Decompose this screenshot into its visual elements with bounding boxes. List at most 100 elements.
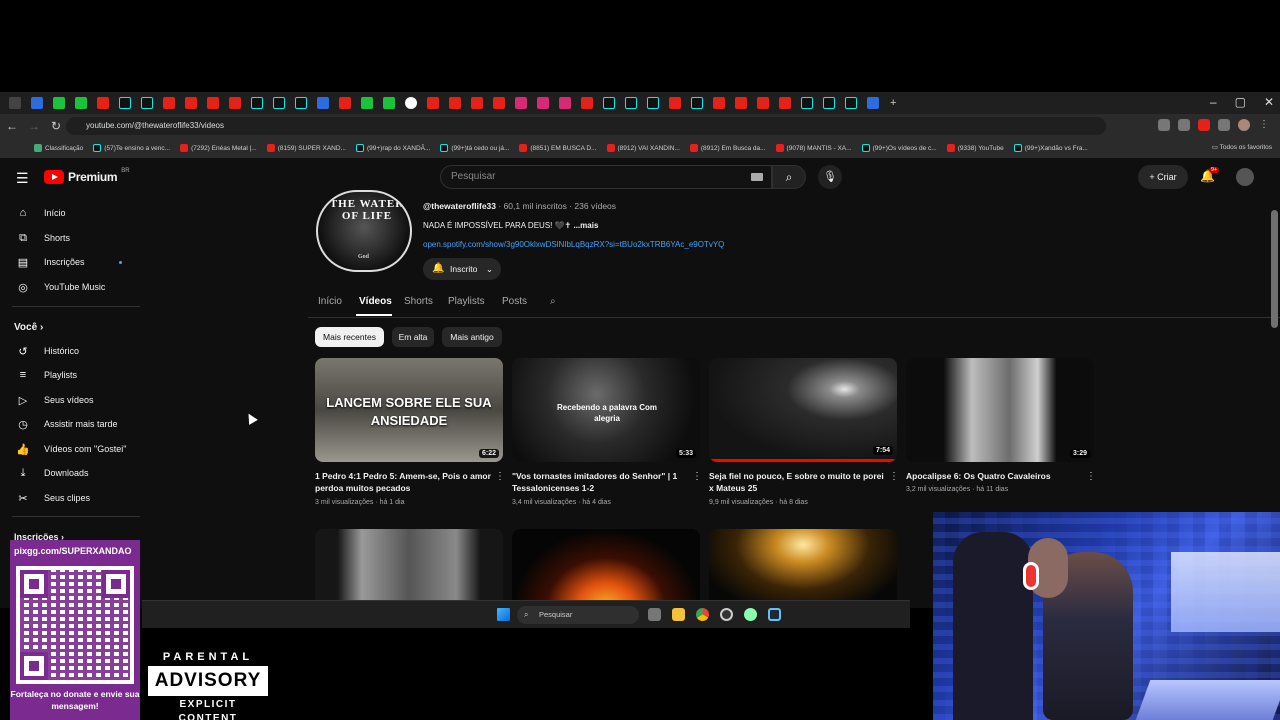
sidebar-section-you[interactable]: Você › <box>14 322 43 333</box>
sidebar-item-subscriptions[interactable]: ▤ Inscrições <box>0 251 140 273</box>
video-thumbnail[interactable] <box>709 529 897 608</box>
sidebar-item-clips[interactable]: ✂ Seus clipes <box>0 487 140 509</box>
sidebar-item-shorts[interactable]: ⧉ Shorts <box>0 227 140 249</box>
voice-search-button[interactable]: 🎙 <box>818 165 842 189</box>
youtube-logo[interactable]: Premium BR <box>44 168 130 184</box>
video-title[interactable]: "Vos tornastes imitadores do Senhor" | 1… <box>512 470 690 494</box>
keyboard-icon[interactable] <box>751 173 763 181</box>
sidebar-item-history[interactable]: ↺ Histórico <box>0 340 140 362</box>
more-link[interactable]: ...mais <box>573 221 598 230</box>
tab-favicon[interactable] <box>449 97 461 109</box>
tab-favicon[interactable] <box>251 97 263 109</box>
tab-favicon[interactable] <box>185 97 197 109</box>
tab-favicon[interactable] <box>273 97 285 109</box>
forward-icon[interactable]: → <box>24 119 44 133</box>
channel-avatar[interactable]: THE WATER OF LIFE God <box>316 190 412 272</box>
extension-icon[interactable] <box>1198 119 1210 131</box>
video-card[interactable] <box>315 529 503 608</box>
tab-favicon[interactable] <box>515 97 527 109</box>
url-field[interactable]: youtube.com/@thewateroflife33/videos <box>66 117 1106 135</box>
chip-latest[interactable]: Mais recentes <box>315 327 384 347</box>
steam-icon[interactable] <box>768 608 781 621</box>
menu-icon[interactable]: ⋮ <box>1258 119 1270 131</box>
tab-favicon[interactable] <box>559 97 571 109</box>
more-options-icon[interactable]: ⋮ <box>495 471 505 482</box>
tab-favicon[interactable] <box>537 97 549 109</box>
video-title[interactable]: Seja fiel no pouco, E sobre o muito te p… <box>709 470 887 494</box>
tab-favicon[interactable] <box>75 97 87 109</box>
bookmark[interactable]: Classificação <box>34 144 83 152</box>
video-thumbnail[interactable]: LANCEM SOBRE ELE SUA ANSIEDADE 6:22 <box>315 358 503 462</box>
more-options-icon[interactable]: ⋮ <box>692 471 702 482</box>
scrollbar-thumb[interactable] <box>1271 210 1278 328</box>
more-options-icon[interactable]: ⋮ <box>889 471 899 482</box>
video-thumbnail[interactable]: Recebendo a palavra Com alegria 5:33 <box>512 358 700 462</box>
channel-search-icon[interactable]: ⌕ <box>550 296 556 307</box>
extension-icon[interactable] <box>1178 119 1190 131</box>
sidebar-item-liked[interactable]: 👍 Vídeos com "Gostei" <box>0 438 140 460</box>
tab-favicon[interactable] <box>383 97 395 109</box>
tab-favicon[interactable] <box>141 97 153 109</box>
tab-favicon[interactable] <box>97 97 109 109</box>
tab-favicon[interactable] <box>493 97 505 109</box>
video-thumbnail[interactable]: 3:29 <box>906 358 1094 462</box>
bookmark[interactable]: (8851) EM BUSCA D... <box>519 144 597 152</box>
search-button[interactable]: ⌕ <box>772 165 806 189</box>
tab-favicon[interactable] <box>471 97 483 109</box>
bookmark[interactable]: (99+)rap do XANDÃ... <box>355 144 430 152</box>
tab-playlists[interactable]: Playlists <box>448 296 485 307</box>
file-explorer-icon[interactable] <box>672 608 685 621</box>
tab-favicon[interactable] <box>823 97 835 109</box>
tab-favicon[interactable] <box>779 97 791 109</box>
tab-favicon[interactable] <box>295 97 307 109</box>
tab-favicon[interactable] <box>757 97 769 109</box>
tab-shorts[interactable]: Shorts <box>404 296 433 307</box>
tab-favicon[interactable] <box>669 97 681 109</box>
maximize-icon[interactable]: ▢ <box>1235 95 1246 109</box>
bookmark[interactable]: (99+)Os vídeos de c... <box>861 144 937 152</box>
tab-favicon[interactable] <box>119 97 131 109</box>
video-thumbnail[interactable] <box>512 529 700 608</box>
bookmark[interactable]: (99+)Xandão vs Fra... <box>1013 144 1088 152</box>
extension-icon[interactable] <box>1158 119 1170 131</box>
profile-icon[interactable] <box>1238 119 1250 131</box>
tab-favicon[interactable] <box>163 97 175 109</box>
bookmark[interactable]: (8159) SUPER XAND... <box>266 144 346 152</box>
tab-favicon[interactable] <box>31 97 43 109</box>
tab-favicon[interactable] <box>317 97 329 109</box>
video-title[interactable]: 1 Pedro 4:1 Pedro 5: Amem-se, Pois o amo… <box>315 470 493 494</box>
tab-search-icon[interactable] <box>9 97 21 109</box>
windows-start-icon[interactable] <box>497 608 510 621</box>
search-input[interactable]: Pesquisar <box>440 165 772 189</box>
hamburger-menu-icon[interactable]: ☰ <box>16 170 29 187</box>
taskbar-search[interactable]: ⌕ Pesquisar <box>517 606 639 624</box>
sidebar-item-playlists[interactable]: ≡ Playlists <box>0 364 140 386</box>
chrome-icon[interactable] <box>696 608 709 621</box>
new-tab-icon[interactable]: + <box>890 97 896 109</box>
minimize-icon[interactable]: – <box>1210 95 1217 109</box>
subscribed-button[interactable]: 🔔 Inscrito ⌄ <box>423 258 501 280</box>
tab-favicon[interactable] <box>405 97 417 109</box>
more-options-icon[interactable]: ⋮ <box>1086 471 1096 482</box>
bookmark[interactable]: (7292) Enéas Metal |... <box>180 144 257 152</box>
video-thumbnail[interactable]: 7:54 <box>709 358 897 462</box>
extension-icon[interactable] <box>1218 119 1230 131</box>
all-bookmarks[interactable]: ▭ Todos os favoritos <box>1212 143 1272 151</box>
tab-favicon[interactable] <box>713 97 725 109</box>
sidebar-item-home[interactable]: ⌂ Início <box>0 202 140 224</box>
tab-favicon[interactable] <box>427 97 439 109</box>
bookmark[interactable]: (8912) VAI XANDIN... <box>606 144 680 152</box>
video-title[interactable]: Apocalipse 6: Os Quatro Cavaleiros <box>906 470 1084 482</box>
bookmark[interactable]: (9078) MANTIS - XA... <box>775 144 852 152</box>
tab-favicon[interactable] <box>339 97 351 109</box>
close-icon[interactable]: ✕ <box>1264 95 1274 109</box>
tab-favicon[interactable] <box>867 97 879 109</box>
tab-favicon[interactable] <box>691 97 703 109</box>
chip-oldest[interactable]: Mais antigo <box>442 327 502 347</box>
tab-favicon[interactable] <box>625 97 637 109</box>
bookmark[interactable]: (57)Te ensino a venc... <box>93 144 170 152</box>
bookmark[interactable]: (8912) Em Busca da... <box>689 144 766 152</box>
video-thumbnail[interactable] <box>315 529 503 608</box>
sidebar-item-your-videos[interactable]: ▷ Seus vídeos <box>0 389 140 411</box>
back-icon[interactable]: ← <box>2 119 22 133</box>
